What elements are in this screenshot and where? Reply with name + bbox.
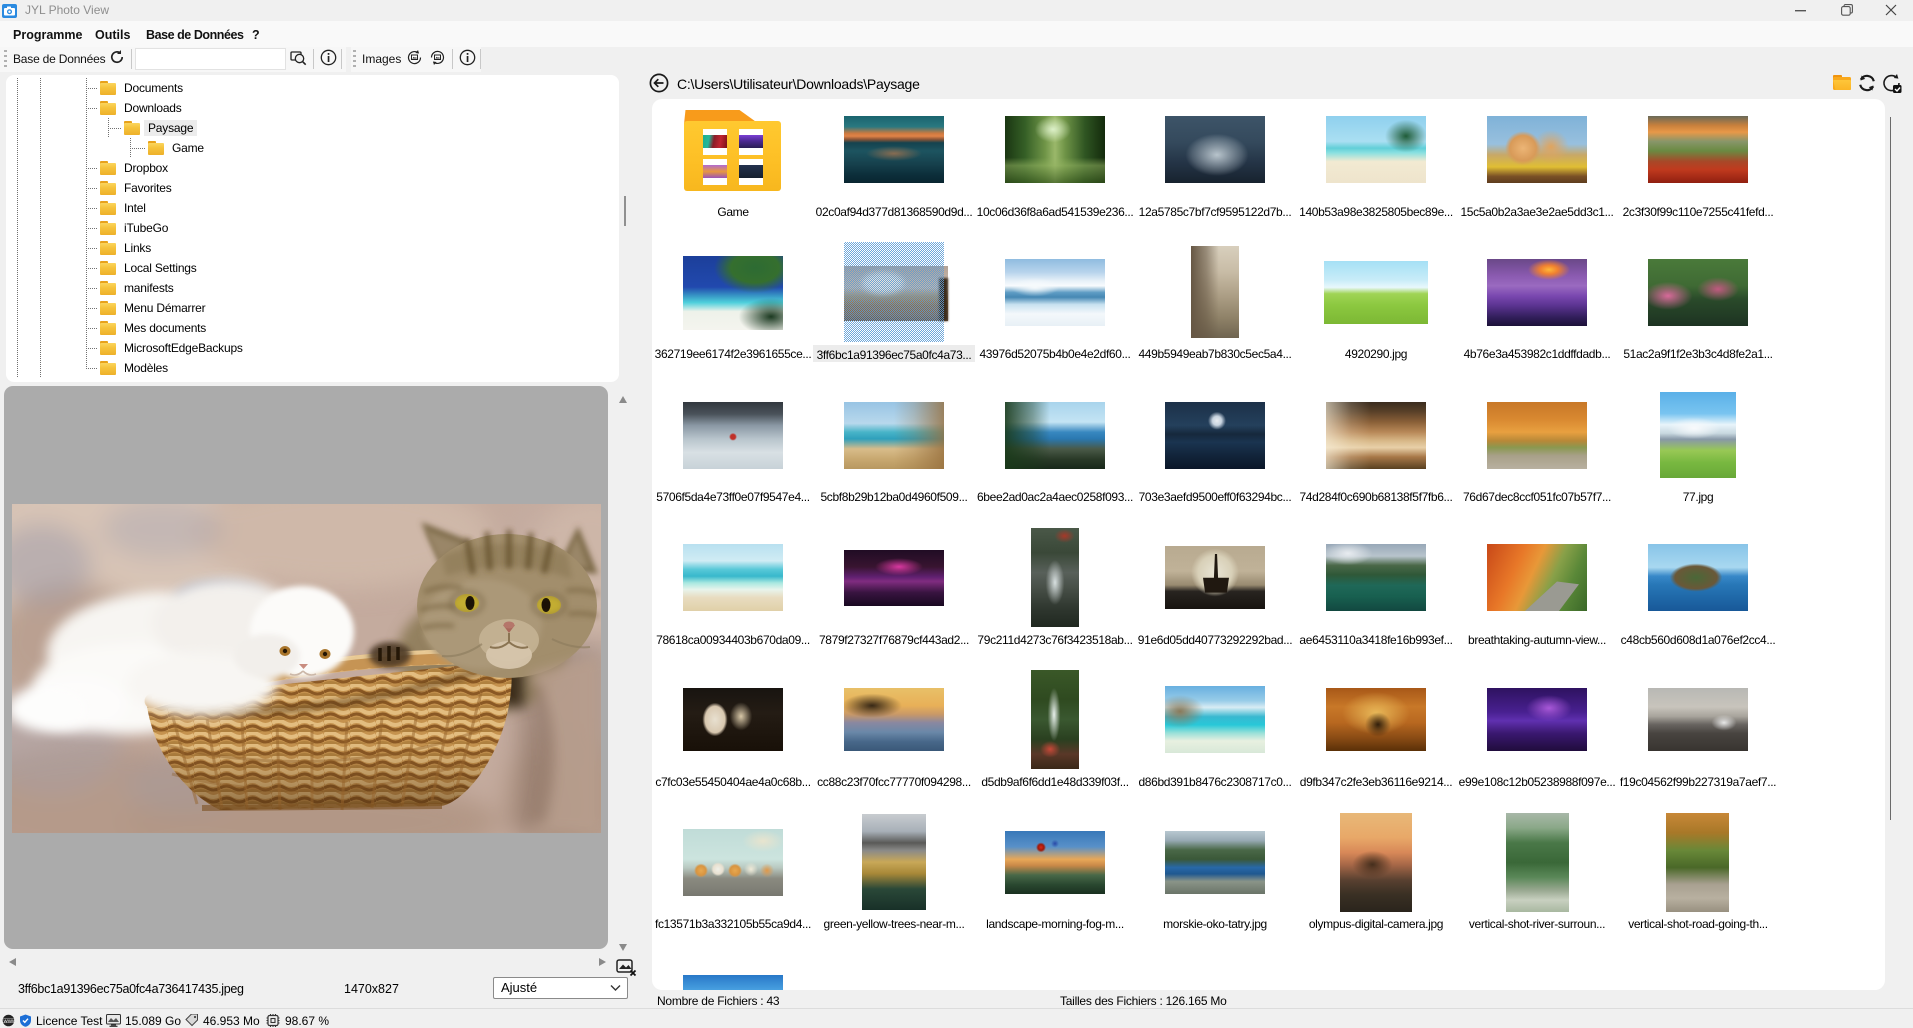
svg-text:WWW: WWW: [4, 1019, 16, 1024]
